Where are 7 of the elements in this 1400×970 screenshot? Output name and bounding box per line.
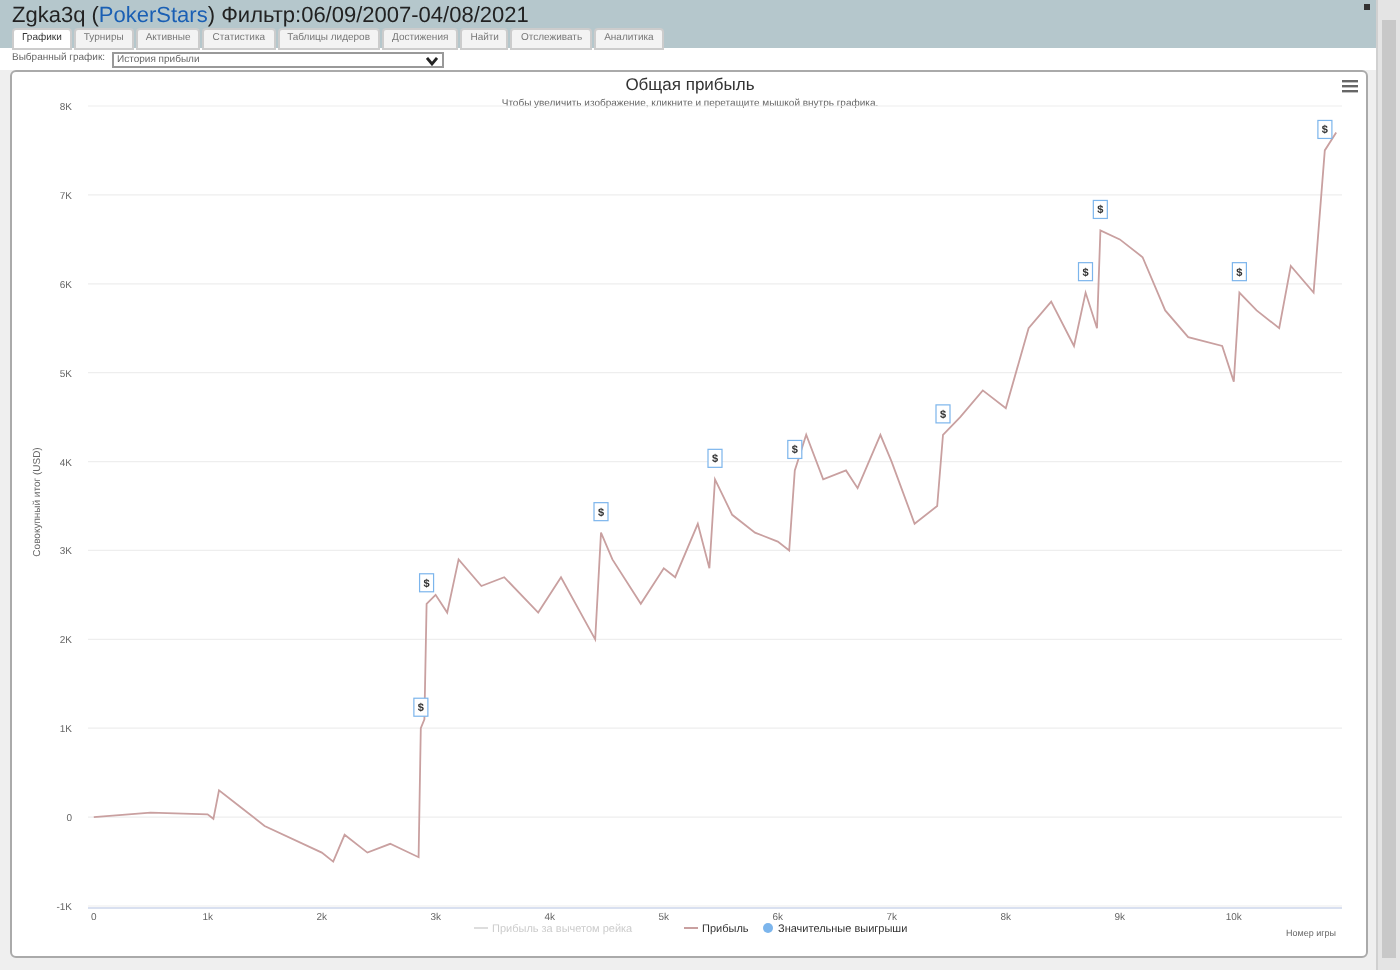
caret-icon xyxy=(425,55,438,65)
menu-icon[interactable] xyxy=(1342,80,1358,93)
close-icon[interactable] xyxy=(1364,4,1370,10)
player-title: Zgka3q (PokerStars) Фильтр:06/09/2007-04/08/2021 xyxy=(12,6,531,28)
chart-title: Общая прибыль xyxy=(625,74,755,94)
scrollbar[interactable] xyxy=(1376,0,1400,970)
site-link[interactable]: PokerStars xyxy=(98,4,208,28)
